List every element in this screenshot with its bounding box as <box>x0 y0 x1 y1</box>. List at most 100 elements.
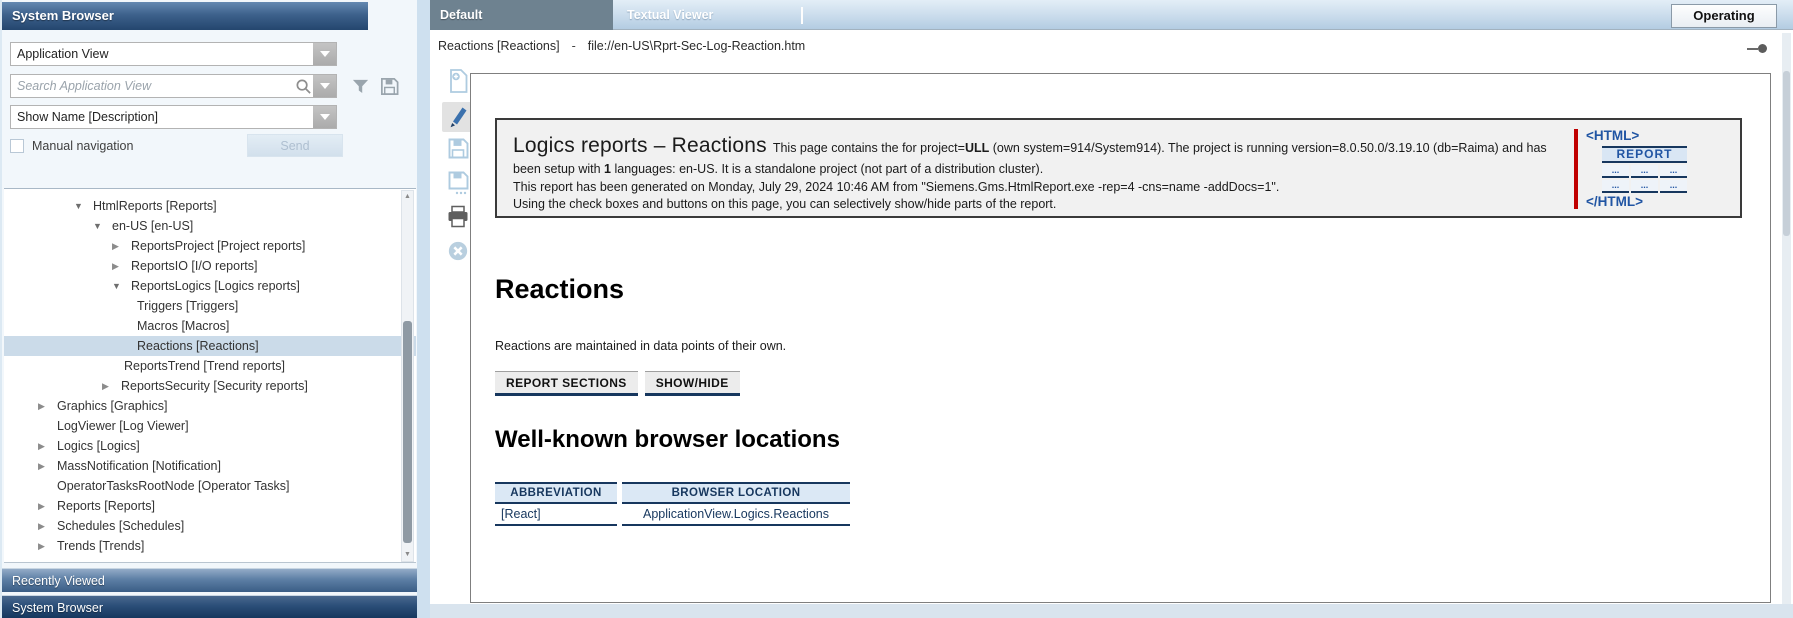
tree-item-label: ReportsIO [I/O reports] <box>131 256 257 276</box>
print-icon <box>446 205 470 233</box>
tree-item-macros[interactable]: Macros [Macros] <box>4 316 416 336</box>
section-title: Reactions <box>495 274 1770 305</box>
breadcrumb: Reactions [Reactions] - file://en-US\Rpr… <box>430 31 1793 61</box>
collapse-arrow-icon[interactable] <box>38 456 57 476</box>
operating-button[interactable]: Operating <box>1671 4 1777 28</box>
search-chevron-down-icon[interactable] <box>313 75 336 97</box>
logo-cell: ... <box>1660 165 1687 178</box>
tree-item-trends[interactable]: Trends [Trends] <box>4 536 416 556</box>
scroll-up-icon[interactable] <box>402 191 413 203</box>
collapse-arrow-icon[interactable] <box>102 376 121 396</box>
tree-item-logviewer[interactable]: LogViewer [Log Viewer] <box>4 416 416 436</box>
view-selector[interactable]: Application View <box>10 42 337 66</box>
panel-splitter[interactable] <box>417 0 430 618</box>
tab-textual-viewer[interactable]: Textual Viewer <box>613 0 800 30</box>
send-button[interactable]: Send <box>247 134 343 157</box>
tree-item-reportssecurity[interactable]: ReportsSecurity [Security reports] <box>4 376 416 396</box>
expand-arrow-icon[interactable] <box>112 276 131 296</box>
recently-viewed-bar[interactable]: Recently Viewed <box>2 568 417 592</box>
tree-item-reports[interactable]: Reports [Reports] <box>4 496 416 516</box>
search-input[interactable] <box>11 79 293 93</box>
collapse-arrow-icon[interactable] <box>38 396 57 416</box>
tree-item-label: ReportsLogics [Logics reports] <box>131 276 300 296</box>
tree-item-label: MassNotification [Notification] <box>57 456 221 476</box>
system-browser-panel: System Browser Application View Show Nam… <box>0 0 417 618</box>
tree-item-en-us[interactable]: en-US [en-US] <box>4 216 416 236</box>
collapse-arrow-icon[interactable] <box>38 496 57 516</box>
expand-arrow-icon[interactable] <box>74 196 93 216</box>
browser-location-header: BROWSER LOCATION <box>622 482 850 504</box>
scrollbar-thumb[interactable] <box>1783 71 1790 236</box>
scrollbar-thumb[interactable] <box>403 321 412 543</box>
tree-item-graphics[interactable]: Graphics [Graphics] <box>4 396 416 416</box>
collapse-arrow-icon[interactable] <box>112 256 131 276</box>
collapse-arrow-icon[interactable] <box>38 436 57 456</box>
report-viewer-panel: Default Textual Viewer Operating Reactio… <box>430 0 1793 618</box>
browser-location-cell: ApplicationView.Logics.Reactions <box>622 504 850 526</box>
filter-icon[interactable] <box>348 74 372 98</box>
scroll-down-icon[interactable] <box>402 549 413 561</box>
save-as-icon <box>447 170 470 200</box>
tree-item-label: ReportsProject [Project reports] <box>131 236 305 256</box>
collapse-arrow-icon[interactable] <box>112 236 131 256</box>
tree-item-massnotification[interactable]: MassNotification [Notification] <box>4 456 416 476</box>
save-search-icon[interactable] <box>376 74 402 98</box>
report-info-text: Logics reports – Reactions This page cont… <box>497 120 1574 216</box>
report-usage-line: Using the check boxes and buttons on thi… <box>513 196 1556 214</box>
tree-item-reportsio[interactable]: ReportsIO [I/O reports] <box>4 256 416 276</box>
name-mode-selector[interactable]: Show Name [Description] <box>10 105 337 129</box>
tree-item-schedules[interactable]: Schedules [Schedules] <box>4 516 416 536</box>
logo-table-header: REPORT <box>1602 146 1687 163</box>
info-segment: This page contains the for project= <box>773 141 965 155</box>
show-hide-button[interactable]: SHOW/HIDE <box>645 371 740 396</box>
info-segment: languages: en-US. It is a standalone pro… <box>611 162 1043 176</box>
tree-item-reactions[interactable]: Reactions [Reactions] <box>4 336 416 356</box>
tab-default[interactable]: Default <box>430 0 613 30</box>
tree-item-operatortasksrootnode[interactable]: OperatorTasksRootNode [Operator Tasks] <box>4 476 416 496</box>
browser-controls: Application View Show Name [Description]… <box>4 34 416 186</box>
tree-item-reportslogics[interactable]: ReportsLogics [Logics reports] <box>4 276 416 296</box>
report-button-row: REPORT SECTIONS SHOW/HIDE <box>495 371 1770 396</box>
tree-item-label: LogViewer [Log Viewer] <box>57 416 189 436</box>
logo-cell: ... <box>1631 180 1658 193</box>
tree-item-label: ReportsSecurity [Security reports] <box>121 376 308 396</box>
tree-item-label: HtmlReports [Reports] <box>93 196 217 216</box>
pin-icon[interactable] <box>1747 44 1767 53</box>
report-info-title: Logics reports – Reactions <box>513 134 767 157</box>
chevron-down-icon[interactable] <box>313 106 336 128</box>
new-document-icon <box>447 68 470 99</box>
system-browser-bar[interactable]: System Browser <box>2 595 417 618</box>
manual-navigation-checkbox[interactable] <box>10 139 24 153</box>
tree-scrollbar[interactable] <box>401 190 414 562</box>
collapse-arrow-icon[interactable] <box>38 516 57 536</box>
report-generated-line: This report has been generated on Monday… <box>513 179 1556 197</box>
logo-cell: ... <box>1602 180 1629 193</box>
report-sections-button[interactable]: REPORT SECTIONS <box>495 371 638 396</box>
search-icon[interactable] <box>293 78 313 95</box>
view-selector-value: Application View <box>11 43 313 65</box>
subsection-title: Well-known browser locations <box>495 426 1770 454</box>
tree-item-label: Schedules [Schedules] <box>57 516 184 536</box>
tree-item-logics[interactable]: Logics [Logics] <box>4 436 416 456</box>
tab-separator <box>801 7 803 24</box>
html-report-logo: <HTML> REPORT ... ... ... ... ... ... <box>1574 129 1724 216</box>
abbreviation-header: ABBREVIATION <box>495 482 617 504</box>
tree-item-htmlreports[interactable]: HtmlReports [Reports] <box>4 196 416 216</box>
logo-mini-table: REPORT ... ... ... ... ... ... <box>1600 144 1689 195</box>
collapse-arrow-icon[interactable] <box>38 536 57 556</box>
system-browser-tree: HtmlReports [Reports] en-US [en-US] Repo… <box>4 188 416 563</box>
tree-item-reportsproject[interactable]: ReportsProject [Project reports] <box>4 236 416 256</box>
chevron-down-icon[interactable] <box>313 43 336 65</box>
tree-item-label: Reactions [Reactions] <box>137 336 259 356</box>
panel-title: System Browser <box>2 2 368 30</box>
tree-item-label: OperatorTasksRootNode [Operator Tasks] <box>57 476 290 496</box>
tree-item-label: Macros [Macros] <box>137 316 229 336</box>
report-scrollbar[interactable] <box>1782 33 1791 605</box>
info-segment-bold: ULL <box>965 141 989 155</box>
info-segment-bold: 1 <box>604 162 611 176</box>
tree-item-triggers[interactable]: Triggers [Triggers] <box>4 296 416 316</box>
expand-arrow-icon[interactable] <box>93 216 112 236</box>
tree-item-reportstrend[interactable]: ReportsTrend [Trend reports] <box>4 356 416 376</box>
table-header-row: ABBREVIATION BROWSER LOCATION <box>495 482 850 504</box>
logo-close-tag: </HTML> <box>1586 195 1689 210</box>
